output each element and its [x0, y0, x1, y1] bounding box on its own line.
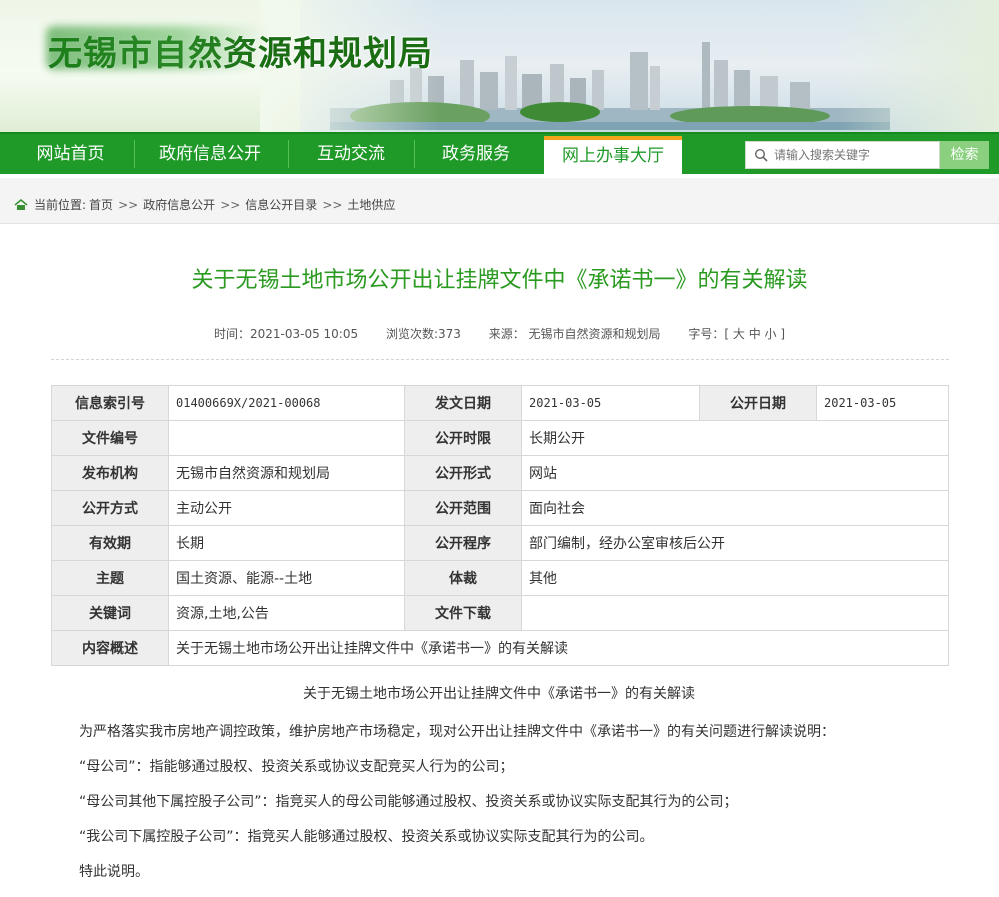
- cell-value: 01400669X/2021-00068: [168, 385, 405, 421]
- article-body: 关于无锡土地市场公开出让挂牌文件中《承诺书一》的有关解读 为严格落实我市房地产调…: [79, 683, 939, 897]
- meta-source: 来源： 无锡市自然资源和规划局: [488, 327, 661, 341]
- cell-value: 2021-03-05: [521, 385, 700, 421]
- body-paragraph: “母公司”：指能够通过股权、投资关系或协议支配竞买人行为的公司；: [79, 759, 514, 775]
- search-button[interactable]: 检索: [940, 141, 989, 169]
- breadcrumb-separator: >>: [118, 197, 139, 212]
- cell-label: 主题: [51, 560, 169, 596]
- cell-value: 网站: [521, 455, 949, 491]
- home-icon: [14, 198, 28, 210]
- cell-label: 体裁: [404, 560, 522, 596]
- article-title: 关于无锡土地市场公开出让挂牌文件中《承诺书一》的有关解读: [191, 268, 808, 293]
- cell-value: 部门编制，经办公室审核后公开: [521, 525, 949, 561]
- cell-label: 公开日期: [699, 385, 817, 421]
- breadcrumb-item-catalog[interactable]: 信息公开目录: [245, 196, 317, 213]
- cell-label: 公开方式: [51, 490, 169, 526]
- nav-divider: [134, 140, 135, 168]
- cell-label: 发布机构: [51, 455, 169, 491]
- cell-value: 无锡市自然资源和规划局: [168, 455, 405, 491]
- cell-value: 关于无锡土地市场公开出让挂牌文件中《承诺书一》的有关解读: [168, 630, 949, 666]
- search-input[interactable]: [774, 142, 934, 168]
- cell-value: 2021-03-05: [816, 385, 949, 421]
- body-heading: 关于无锡土地市场公开出让挂牌文件中《承诺书一》的有关解读: [303, 686, 695, 702]
- table-row: 有效期 长期 公开程序 部门编制，经办公室审核后公开: [51, 525, 949, 561]
- cell-label: 公开范围: [404, 490, 522, 526]
- cell-label: 内容概述: [51, 630, 169, 666]
- body-paragraph: 为严格落实我市房地产调控政策，维护房地产市场稳定，现对公开出让挂牌文件中《承诺书…: [79, 724, 835, 740]
- meta-font-size[interactable]: 字号：[ 大 中 小 ]: [688, 327, 785, 341]
- nav-item-home[interactable]: 网站首页: [18, 134, 123, 174]
- table-row: 信息索引号 01400669X/2021-00068 发文日期 2021-03-…: [51, 385, 949, 421]
- table-row: 关键词 资源,土地,公告 文件下载: [51, 595, 949, 631]
- breadcrumb-label: 当前位置:: [34, 198, 87, 212]
- cell-label: 公开程序: [404, 525, 522, 561]
- nav-item-services[interactable]: 政务服务: [420, 134, 532, 174]
- article-meta: 时间：2021-03-05 10:05 浏览次数:373 来源： 无锡市自然资源…: [0, 325, 999, 342]
- cell-value: 长期公开: [521, 420, 949, 456]
- breadcrumb-separator: >>: [322, 197, 343, 212]
- meta-time: 时间：2021-03-05 10:05: [213, 327, 359, 341]
- cell-label: 公开形式: [404, 455, 522, 491]
- file-download-cell[interactable]: [521, 595, 949, 631]
- cell-value: 国土资源、能源--土地: [168, 560, 405, 596]
- cell-value: [168, 420, 405, 456]
- nav-item-interaction[interactable]: 互动交流: [295, 134, 407, 174]
- nav-divider: [288, 140, 289, 168]
- table-row: 公开方式 主动公开 公开范围 面向社会: [51, 490, 949, 526]
- search-box: [745, 141, 940, 169]
- breadcrumb-item-land-supply[interactable]: 土地供应: [347, 196, 395, 213]
- body-paragraph: “母公司其他下属控股子公司”：指竞买人的母公司能够通过股权、投资关系或协议实际支…: [79, 794, 738, 810]
- table-row: 发布机构 无锡市自然资源和规划局 公开形式 网站: [51, 455, 949, 491]
- info-table: 信息索引号 01400669X/2021-00068 发文日期 2021-03-…: [51, 385, 949, 666]
- nav-item-online-hall[interactable]: 网上办事大厅: [544, 136, 682, 174]
- cell-value: 面向社会: [521, 490, 949, 526]
- cell-value: 资源,土地,公告: [168, 595, 405, 631]
- breadcrumb-bar: 当前位置: 首页 >> 政府信息公开 >> 信息公开目录 >> 土地供应: [0, 178, 999, 224]
- cell-value: 主动公开: [168, 490, 405, 526]
- nav-item-gov-info[interactable]: 政府信息公开: [140, 134, 280, 174]
- cell-label: 文件编号: [51, 420, 169, 456]
- cell-label: 发文日期: [404, 385, 522, 421]
- cell-label: 有效期: [51, 525, 169, 561]
- body-paragraph: “我公司下属控股子公司”：指竞买人能够通过股权、投资关系或协议实际支配其行为的公…: [79, 829, 654, 845]
- table-row: 文件编号 公开时限 长期公开: [51, 420, 949, 456]
- table-row: 内容概述 关于无锡土地市场公开出让挂牌文件中《承诺书一》的有关解读: [51, 630, 949, 666]
- search-icon: [754, 148, 768, 162]
- breadcrumb-separator: >>: [220, 197, 241, 212]
- header-banner: 无锡市自然资源和规划局: [0, 0, 999, 132]
- cell-value: 长期: [168, 525, 405, 561]
- cell-label: 关键词: [51, 595, 169, 631]
- body-paragraph: 特此说明。: [79, 864, 149, 880]
- breadcrumb-item-gov-info[interactable]: 政府信息公开: [143, 196, 215, 213]
- main-nav: 网站首页 政府信息公开 互动交流 政务服务 网上办事大厅 检索: [0, 132, 999, 174]
- divider: [51, 359, 949, 360]
- banner-right-fade: [839, 0, 999, 132]
- nav-divider: [414, 140, 415, 168]
- cell-label: 公开时限: [404, 420, 522, 456]
- cell-label: 信息索引号: [51, 385, 169, 421]
- cell-label: 文件下载: [404, 595, 522, 631]
- breadcrumb: 当前位置: 首页 >> 政府信息公开 >> 信息公开目录 >> 土地供应: [14, 196, 395, 213]
- cell-value: 其他: [521, 560, 949, 596]
- breadcrumb-item-home[interactable]: 首页: [89, 196, 113, 213]
- table-row: 主题 国土资源、能源--土地 体裁 其他: [51, 560, 949, 596]
- meta-views: 浏览次数:373: [385, 327, 461, 341]
- title-blur-overlay: [46, 26, 266, 70]
